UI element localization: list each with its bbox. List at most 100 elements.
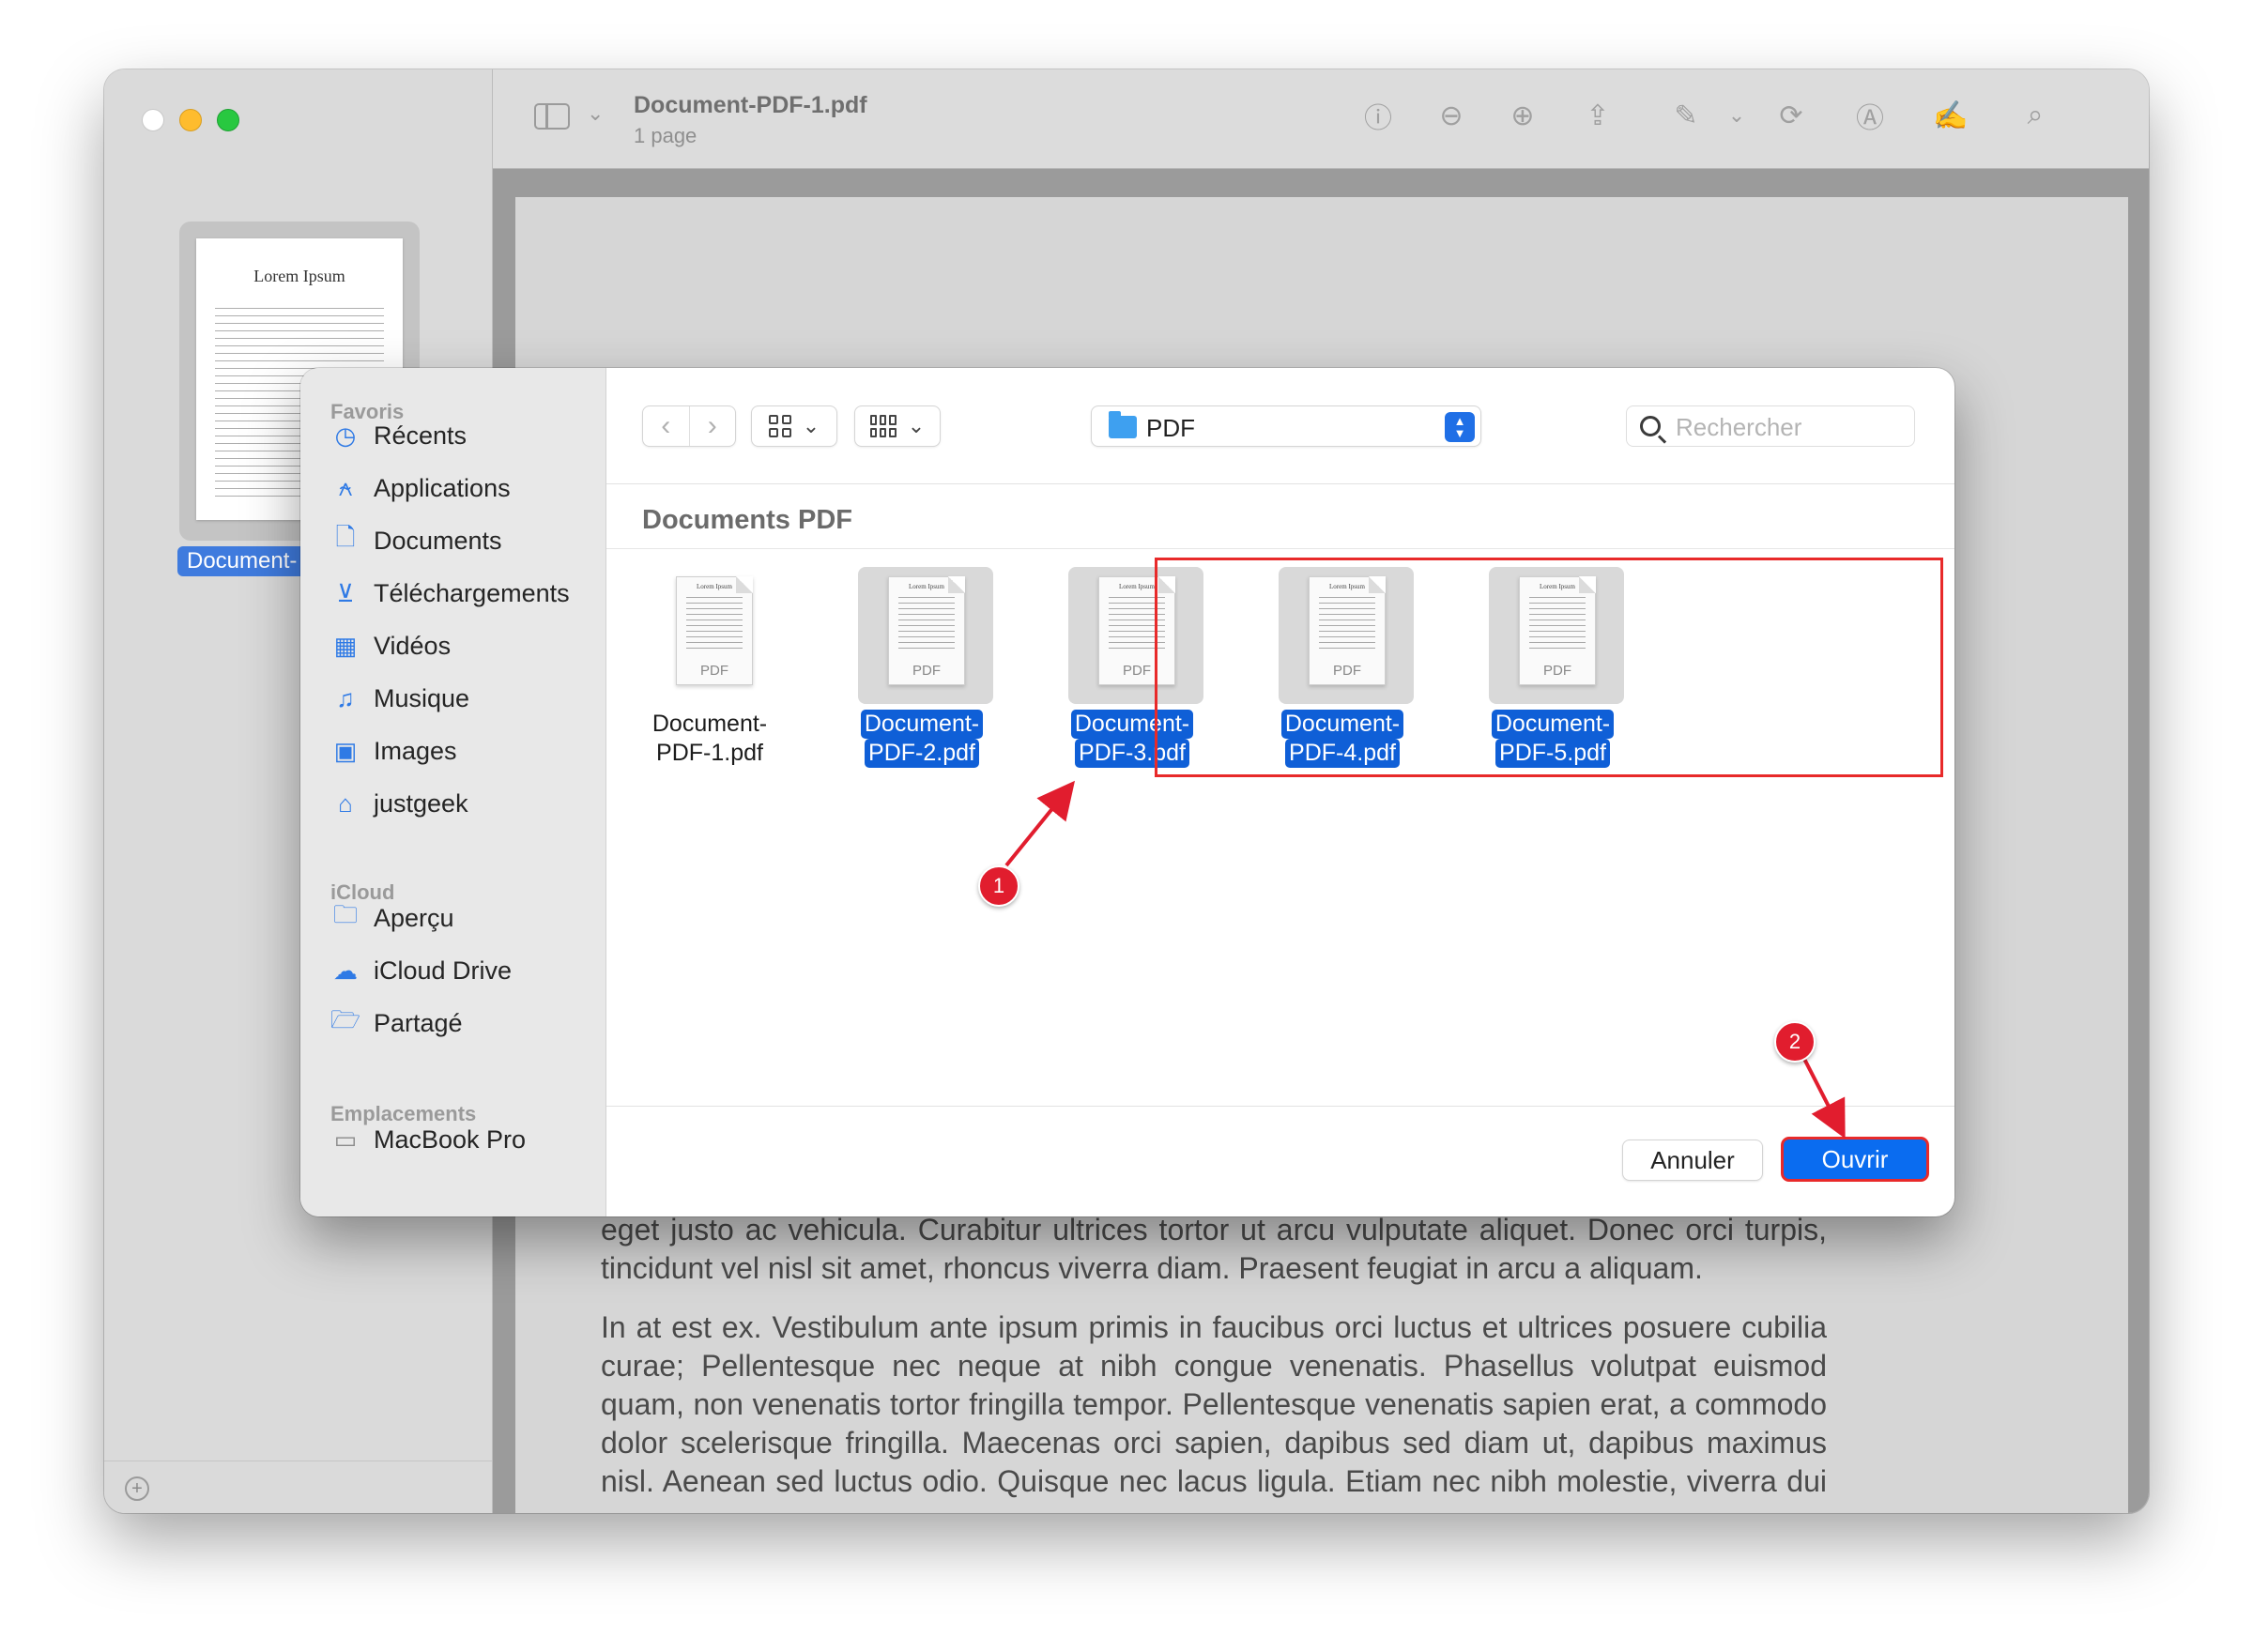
file-name-line: Document- (860, 710, 984, 739)
home-icon: ⌂ (338, 788, 353, 818)
forward-button[interactable]: › (688, 406, 736, 446)
chevron-down-icon: ⌄ (802, 414, 820, 437)
cancel-button[interactable]: Annuler (1622, 1140, 1763, 1181)
search-field[interactable] (1626, 405, 1915, 447)
pdf-document-icon: Lorem Ipsum PDF (676, 576, 753, 685)
file-item-selected[interactable]: Lorem Ipsum PDF Document- PDF-2.pdf (847, 567, 997, 783)
document-preview-heading: Lorem Ipsum (909, 583, 944, 590)
file-name: Document- PDF-2.pdf (847, 710, 997, 768)
file-type-label: PDF (912, 663, 941, 679)
sidebar-item-label: Images (374, 736, 457, 765)
sidebar-item-recents[interactable]: ◷ Récents (330, 415, 467, 456)
dialog-sidebar: Favoris ◷ Récents ⍲ Applications 🗋 Docum… (300, 368, 606, 1216)
folder-icon (1109, 411, 1137, 438)
document-preview-lines (686, 594, 743, 652)
open-button[interactable]: Ouvrir (1781, 1137, 1929, 1182)
chevron-down-icon[interactable]: ⌄ (587, 101, 604, 126)
laptop-icon: ▭ (333, 1124, 358, 1154)
sidebar-item-images[interactable]: ▣ Images (330, 730, 457, 772)
popup-stepper-icon: ▲ ▼ (1445, 412, 1475, 442)
location-label: PDF (1146, 414, 1195, 442)
sidebar-item-macbook-pro[interactable]: ▭ MacBook Pro (330, 1119, 526, 1160)
pdf-document-icon: Lorem Ipsum PDF (888, 576, 965, 685)
sidebar-item-label: Vidéos (374, 631, 452, 660)
clock-icon: ◷ (334, 421, 357, 450)
location-popup[interactable]: PDF ▲ ▼ (1091, 405, 1481, 447)
sidebar-item-shared[interactable]: 🗁 Partagé (330, 1002, 463, 1044)
rotate-icon[interactable]: ⟳ (1771, 96, 1811, 135)
document-preview-lines (898, 594, 955, 652)
chevron-down-icon: ⌄ (907, 414, 926, 437)
close-window-button[interactable] (142, 109, 164, 131)
sidebar-item-label: Musique (374, 683, 470, 712)
zoom-out-icon[interactable]: ⊖ (1432, 96, 1471, 135)
chevron-down-icon[interactable]: ⌄ (1717, 96, 1756, 135)
markup-icon[interactable]: ✎ (1666, 96, 1706, 135)
file-name-line: PDF-2.pdf (865, 739, 979, 768)
zoom-in-icon[interactable]: ⊕ (1503, 96, 1542, 135)
minimize-window-button[interactable] (179, 109, 202, 131)
folder-title: Documents PDF (642, 505, 852, 535)
sidebar-item-label: justgeek (374, 788, 468, 818)
search-input[interactable] (1676, 412, 1901, 442)
window-toolbar: ⌄ Document-PDF-1.pdf 1 page ⓘ ⊖ ⊕ ⇪ ✎ ⌄ … (493, 69, 2149, 169)
file-name-line: PDF-1.pdf (656, 740, 763, 766)
film-icon: ▦ (333, 631, 358, 660)
divider (606, 1106, 1954, 1107)
sidebar-item-downloads[interactable]: ⊻ Téléchargements (330, 573, 570, 614)
info-icon[interactable]: ⓘ (1358, 96, 1398, 135)
share-icon[interactable]: ⇪ (1578, 96, 1617, 135)
group-view-icon (869, 415, 897, 437)
file-name-line: Document- (651, 711, 768, 737)
folder-icon: 🗀 (332, 900, 358, 928)
sidebar-item-documents[interactable]: 🗋 Documents (330, 520, 502, 561)
sidebar-item-apercu[interactable]: 🗀 Aperçu (330, 897, 454, 939)
step-badge-2: 2 (1774, 1021, 1816, 1063)
sidebar-item-applications[interactable]: ⍲ Applications (330, 467, 511, 509)
sidebar-item-label: iCloud Drive (374, 956, 513, 985)
navigation-buttons: ‹ › (642, 405, 736, 447)
annotate-icon[interactable]: Ⓐ (1850, 96, 1890, 135)
maximize-window-button[interactable] (217, 109, 239, 131)
music-note-icon: ♫ (336, 683, 355, 712)
add-page-icon[interactable]: + (125, 1476, 149, 1501)
document-paragraph: In at est ex. Vestibulum ante ipsum prim… (601, 1310, 1827, 1513)
photo-icon: ▣ (333, 736, 358, 765)
sidebar-item-label: Récents (374, 421, 467, 450)
cloud-icon: ☁ (333, 956, 358, 985)
back-button[interactable]: ‹ (643, 406, 689, 446)
open-file-dialog: Favoris ◷ Récents ⍲ Applications 🗋 Docum… (300, 368, 1954, 1216)
signature-icon[interactable]: ✍ (1931, 96, 1970, 135)
sidebar-item-label: Téléchargements (374, 578, 570, 607)
sidebar-item-label: Documents (374, 526, 502, 555)
document-page-count: 1 page (634, 124, 697, 147)
view-mode-button[interactable]: ⌄ (751, 405, 837, 447)
group-by-button[interactable]: ⌄ (854, 405, 941, 447)
applications-icon: ⍲ (338, 473, 353, 501)
sidebar-item-label: Applications (374, 473, 511, 502)
sidebar-item-videos[interactable]: ▦ Vidéos (330, 625, 451, 666)
sidebar-item-label: Partagé (374, 1008, 463, 1037)
document-title: Document-PDF-1.pdf (634, 92, 867, 118)
sidebar-item-label: Aperçu (374, 903, 454, 932)
divider (606, 548, 1954, 549)
sidebar-toggle-icon[interactable] (534, 103, 570, 130)
sidebar-item-music[interactable]: ♫ Musique (330, 678, 469, 719)
step-badge-1: 1 (978, 865, 1019, 907)
document-paragraph: eget justo ac vehicula. Curabitur ultric… (601, 1213, 1827, 1285)
file-item[interactable]: Lorem Ipsum PDF Document- PDF-1.pdf (635, 567, 785, 783)
thumbnail-label[interactable]: Document- (177, 546, 307, 576)
sidebar-item-home[interactable]: ⌂ justgeek (330, 783, 468, 824)
dialog-toolbar: ‹ › ⌄ ⌄ PDF ▲ ▼ (606, 368, 1954, 484)
search-icon[interactable]: ⌕ (2015, 96, 2055, 135)
sidebar-item-icloud-drive[interactable]: ☁ iCloud Drive (330, 950, 512, 991)
download-icon: ⊻ (336, 578, 355, 607)
file-type-label: PDF (700, 663, 728, 679)
file-name: Document- PDF-1.pdf (635, 710, 785, 768)
selection-highlight-box (1155, 558, 1943, 777)
sidebar-footer: + (104, 1461, 492, 1513)
search-icon (1640, 416, 1661, 436)
document-preview-heading: Lorem Ipsum (697, 583, 732, 590)
grid-view-icon (768, 415, 791, 437)
shared-folder-icon: 🗁 (330, 1005, 361, 1033)
